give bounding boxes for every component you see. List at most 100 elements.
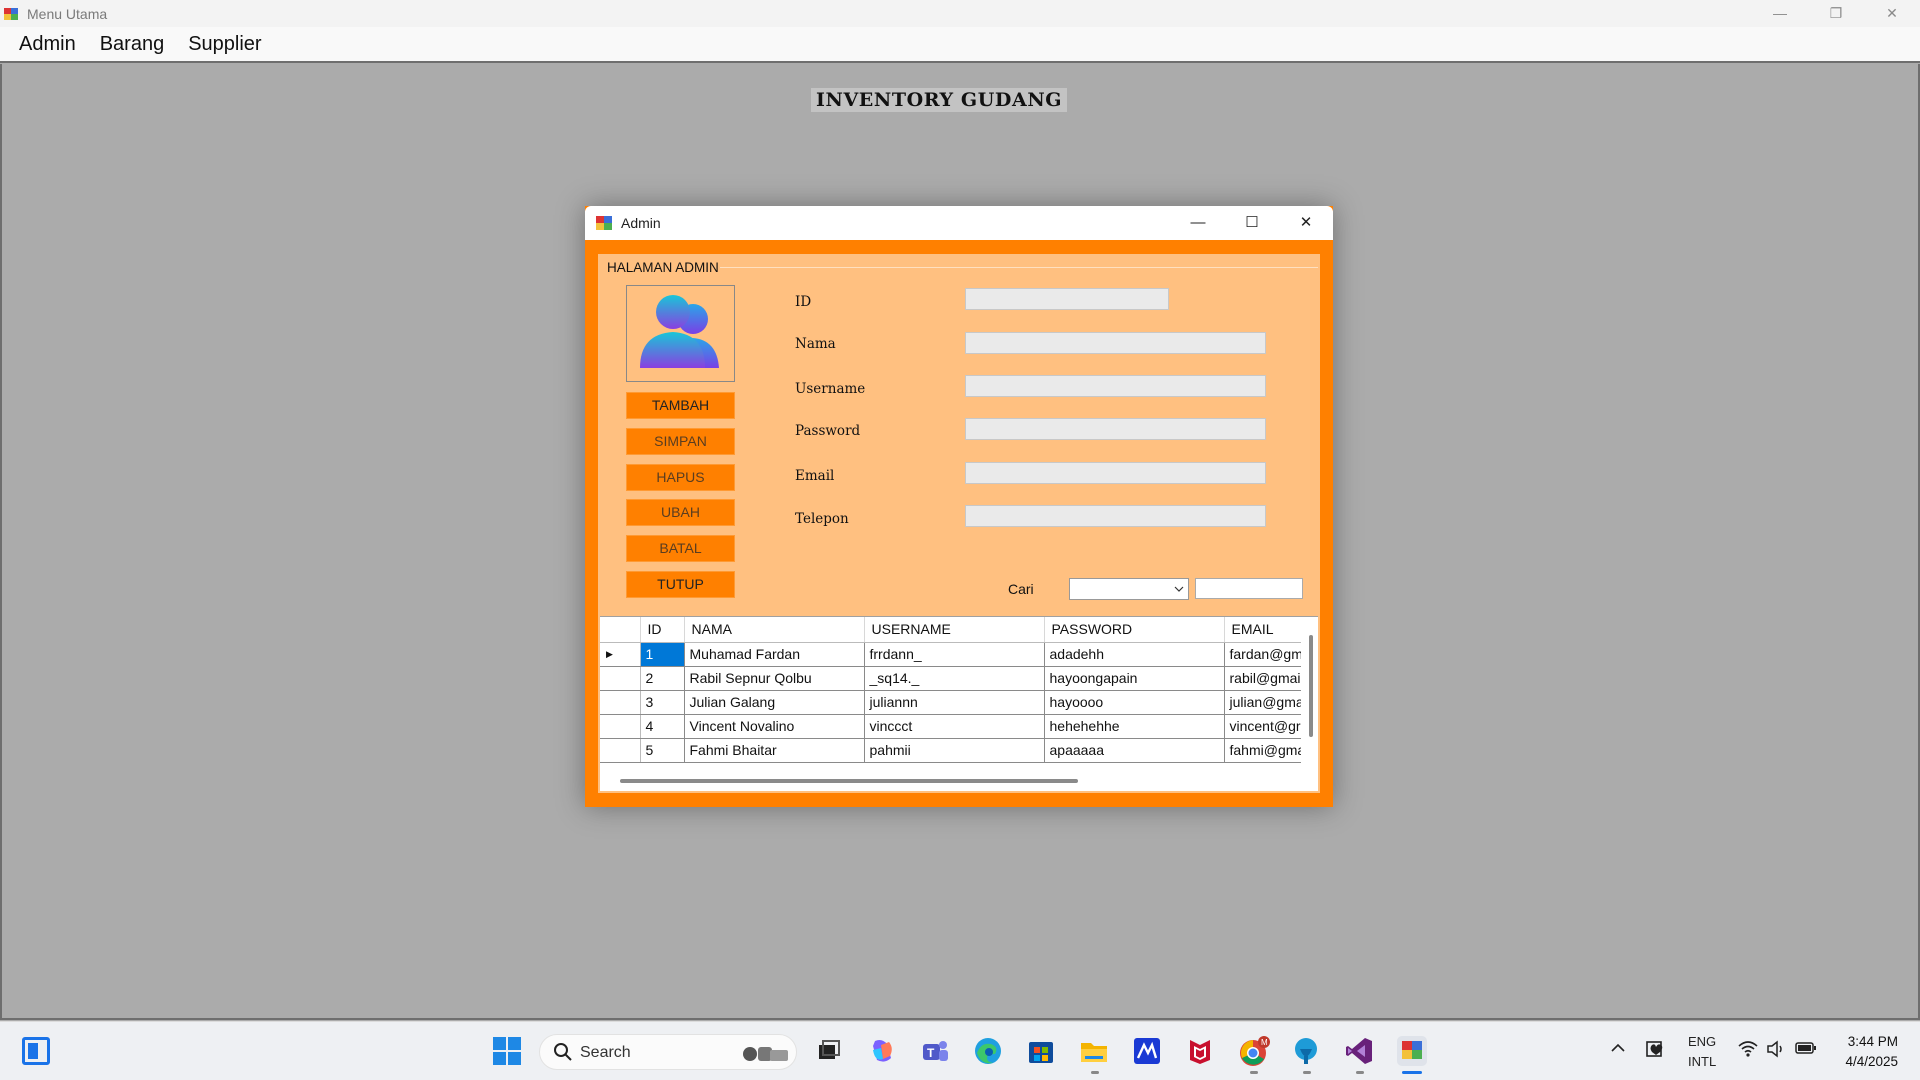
cell-username[interactable]: juliannn [864,690,1045,715]
running-indicator [1356,1071,1364,1074]
cell-nama[interactable]: Fahmi Bhaitar [684,738,865,763]
cloud-app-icon[interactable] [1291,1036,1321,1066]
cell-id[interactable]: 5 [640,738,685,763]
clock-date: 4/4/2025 [1845,1054,1898,1069]
menu-supplier[interactable]: Supplier [176,28,273,60]
restore-button[interactable]: ❐ [1808,0,1864,27]
teams-icon[interactable]: T [920,1036,950,1066]
taskbar-search-box[interactable]: Search [539,1034,797,1070]
menu-admin[interactable]: Admin [7,28,88,60]
health-icon[interactable] [1645,1037,1667,1062]
id-field[interactable] [965,288,1169,310]
dialog-titlebar[interactable]: Admin — ☐ ✕ [585,206,1333,240]
battery-icon[interactable] [1795,1040,1817,1059]
visual-studio-icon[interactable] [1344,1036,1374,1066]
cell-username[interactable]: _sq14._ [864,666,1045,691]
cell-password[interactable]: hayoongapain [1044,666,1225,691]
page-heading: INVENTORY GUDANG [811,88,1068,112]
cari-label: Cari [1008,581,1034,597]
cell-username[interactable]: vinccct [864,714,1045,739]
table-row[interactable]: 2 Rabil Sepnur Qolbu _sq14._ hayoongapai… [600,666,1315,691]
cari-column-select[interactable] [1069,578,1189,600]
volume-icon[interactable] [1766,1039,1786,1062]
dialog-app-icon [596,216,612,230]
copilot-icon[interactable] [867,1036,897,1066]
wifi-icon[interactable] [1738,1040,1758,1061]
search-icon [553,1041,573,1069]
dialog-minimize-button[interactable]: — [1171,206,1225,240]
tutup-button[interactable]: TUTUP [626,571,735,598]
cell-password[interactable]: hehehehhe [1044,714,1225,739]
store-icon[interactable] [1026,1036,1056,1066]
tambah-button[interactable]: TAMBAH [626,392,735,419]
system-clock[interactable]: 3:44 PM 4/4/2025 [1845,1032,1898,1072]
horizontal-scrollbar[interactable] [620,779,1078,783]
mcafee-icon[interactable] [1185,1036,1215,1066]
password-label: Password [795,423,861,439]
admin-panel: HALAMAN ADMIN TAMBAH SIMPAN HAPUS UBAH B… [598,254,1320,793]
ubah-button[interactable]: UBAH [626,499,735,526]
edge-icon[interactable] [973,1036,1003,1066]
column-header-password[interactable]: PASSWORD [1044,617,1225,643]
task-view-icon[interactable] [814,1036,844,1066]
dialog-close-button[interactable]: ✕ [1279,206,1333,240]
row-header[interactable] [600,690,641,715]
windows-start-icon[interactable] [492,1036,522,1066]
cell-id[interactable]: 2 [640,666,685,691]
cell-password[interactable]: hayoooo [1044,690,1225,715]
row-selector-arrow-icon[interactable]: ▶ [600,642,641,667]
cell-id[interactable]: 1 [640,642,685,667]
username-label: Username [795,381,866,397]
cell-nama[interactable]: Vincent Novalino [684,714,865,739]
cell-nama[interactable]: Rabil Sepnur Qolbu [684,666,865,691]
language-indicator[interactable]: ENG INTL [1688,1032,1716,1072]
dialog-maximize-button[interactable]: ☐ [1225,206,1279,240]
chevron-down-icon[interactable] [1174,580,1184,601]
password-field[interactable] [965,418,1266,440]
nama-field[interactable] [965,332,1266,354]
cell-password[interactable]: adadehh [1044,642,1225,667]
cari-search-input[interactable] [1195,578,1303,599]
cell-password[interactable]: apaaaaa [1044,738,1225,763]
file-explorer-icon[interactable] [1079,1036,1109,1066]
lang-primary: ENG [1688,1034,1717,1049]
lang-secondary: INTL [1688,1054,1717,1069]
math-app-icon[interactable] [1132,1036,1162,1066]
cell-nama[interactable]: Julian Galang [684,690,865,715]
menu-barang[interactable]: Barang [88,28,177,60]
cell-id[interactable]: 4 [640,714,685,739]
chevron-up-icon[interactable] [1609,1038,1627,1061]
hapus-button[interactable]: HAPUS [626,464,735,491]
running-indicator [1091,1071,1099,1074]
running-app-icon[interactable] [1397,1036,1427,1066]
row-header[interactable] [600,714,641,739]
cell-nama[interactable]: Muhamad Fardan [684,642,865,667]
column-header-id[interactable]: ID [640,617,685,643]
column-header-username[interactable]: USERNAME [864,617,1045,643]
table-row[interactable]: 3 Julian Galang juliannn hayoooo julian@… [600,690,1315,715]
table-row[interactable]: 4 Vincent Novalino vinccct hehehehhe vin… [600,714,1315,739]
batal-button[interactable]: BATAL [626,535,735,562]
close-button[interactable]: ✕ [1864,0,1920,27]
telepon-field[interactable] [965,505,1266,527]
cell-id[interactable]: 3 [640,690,685,715]
table-row[interactable]: ▶ 1 Muhamad Fardan frrdann_ adadehh fard… [600,642,1315,667]
username-field[interactable] [965,375,1266,397]
table-row[interactable]: 5 Fahmi Bhaitar pahmii apaaaaa fahmi@gma [600,738,1315,763]
main-titlebar: Menu Utama — ❐ ✕ [0,0,1920,27]
users-avatar-icon [626,285,735,382]
cell-username[interactable]: pahmii [864,738,1045,763]
column-header-nama[interactable]: NAMA [684,617,865,643]
cell-username[interactable]: frrdann_ [864,642,1045,667]
row-header[interactable] [600,738,641,763]
simpan-button[interactable]: SIMPAN [626,428,735,455]
minimize-button[interactable]: — [1752,0,1808,27]
chrome-icon[interactable]: M [1238,1036,1270,1066]
row-header[interactable] [600,666,641,691]
app-icon [4,7,18,21]
vertical-scrollbar[interactable] [1309,635,1313,737]
widgets-icon[interactable] [22,1037,50,1065]
email-field[interactable] [965,462,1266,484]
telepon-label: Telepon [795,511,849,527]
admin-data-grid[interactable]: ID NAMA USERNAME PASSWORD EMAIL ▶ 1 Muha… [600,616,1318,791]
